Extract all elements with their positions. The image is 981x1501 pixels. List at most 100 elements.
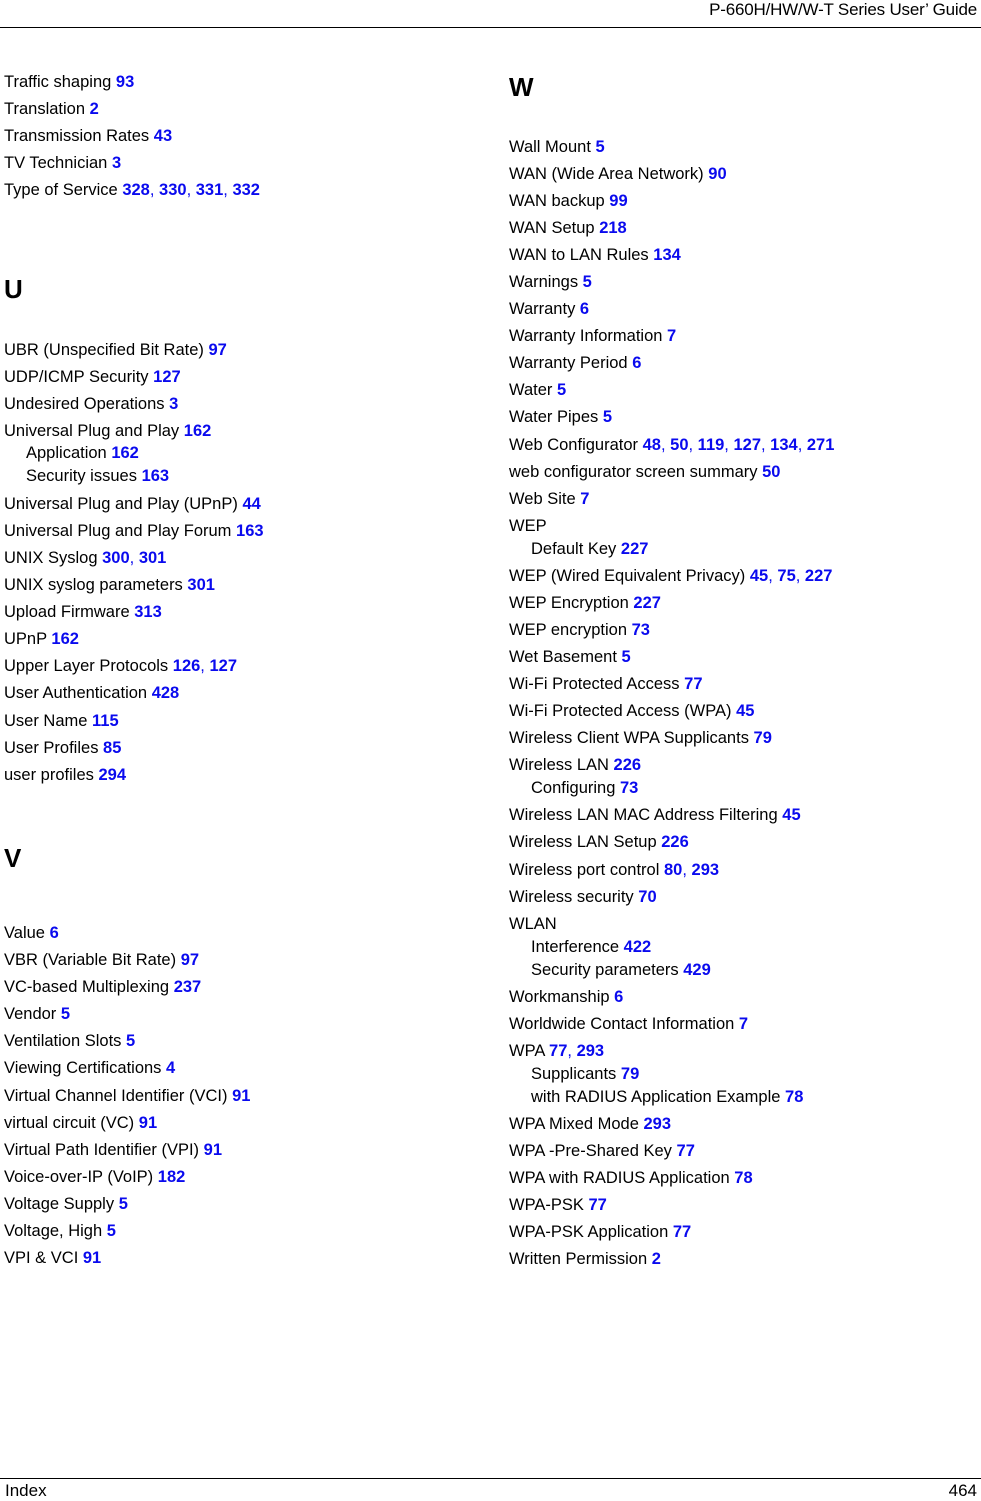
page-reference-link[interactable]: 182 xyxy=(158,1168,186,1186)
page-reference-link[interactable]: 97 xyxy=(209,341,227,359)
page-reference-link[interactable]: 115 xyxy=(92,712,119,730)
page-reference-link[interactable]: 97 xyxy=(181,951,199,969)
page-reference-link[interactable]: 2 xyxy=(652,1250,661,1268)
page-reference-link[interactable]: 162 xyxy=(111,444,139,462)
index-term: User Profiles xyxy=(4,739,99,757)
page-reference-link[interactable]: 5 xyxy=(119,1195,128,1213)
page-reference-link[interactable]: 48 xyxy=(643,436,661,454)
page-reference-link[interactable]: 5 xyxy=(107,1222,116,1240)
page-reference-link[interactable]: 91 xyxy=(204,1141,222,1159)
page-reference-link[interactable]: 45 xyxy=(782,806,800,824)
page-reference-link[interactable]: 162 xyxy=(51,630,79,648)
page-reference-link[interactable]: 5 xyxy=(622,648,631,666)
page-reference-link[interactable]: 134 xyxy=(653,246,681,264)
page-reference-link[interactable]: 162 xyxy=(184,422,212,440)
page-reference-link[interactable]: 127 xyxy=(209,657,237,675)
page-reference-link[interactable]: 330 xyxy=(159,181,187,199)
page-footer: Index 464 xyxy=(0,1478,981,1500)
page-reference-link[interactable]: 6 xyxy=(50,924,59,942)
page-reference-link[interactable]: 5 xyxy=(583,273,592,291)
page-reference-link[interactable]: 126 xyxy=(173,657,201,675)
page-reference-link[interactable]: 73 xyxy=(632,621,650,639)
page-reference-link[interactable]: 422 xyxy=(624,938,652,956)
page-reference-link[interactable]: 99 xyxy=(609,192,627,210)
page-reference-link[interactable]: 163 xyxy=(236,522,264,540)
page-reference-link[interactable]: 45 xyxy=(750,567,768,585)
page-reference-link[interactable]: 45 xyxy=(736,702,754,720)
page-reference-link[interactable]: 226 xyxy=(614,756,642,774)
index-entry: Warranty Information 7 xyxy=(509,326,676,346)
page-reference-link[interactable]: 163 xyxy=(142,467,170,485)
page-reference-link[interactable]: 7 xyxy=(739,1015,748,1033)
page-reference-link[interactable]: 127 xyxy=(153,368,181,386)
page-reference-link[interactable]: 271 xyxy=(807,436,835,454)
page-reference-link[interactable]: 50 xyxy=(670,436,688,454)
page-reference-link[interactable]: 428 xyxy=(152,684,180,702)
page-reference-link[interactable]: 7 xyxy=(580,490,589,508)
page-reference-link[interactable]: 2 xyxy=(90,100,99,118)
page-reference-link[interactable]: 6 xyxy=(580,300,589,318)
page-reference-link[interactable]: 293 xyxy=(644,1115,672,1133)
index-term: Universal Plug and Play (UPnP) xyxy=(4,495,238,513)
page-reference-link[interactable]: 227 xyxy=(621,540,649,558)
page-reference-link[interactable]: 78 xyxy=(734,1169,752,1187)
page-reference-link[interactable]: 226 xyxy=(661,833,689,851)
page-reference-link[interactable]: 127 xyxy=(733,436,761,454)
page-reference-link[interactable]: 44 xyxy=(242,495,260,513)
page-reference-link[interactable]: 429 xyxy=(683,961,711,979)
page-reference-link[interactable]: 332 xyxy=(232,181,260,199)
page-reference-link[interactable]: 5 xyxy=(557,381,566,399)
page-reference-link[interactable]: 134 xyxy=(770,436,798,454)
index-term: Traffic shaping xyxy=(4,73,112,91)
page-reference-link[interactable]: 91 xyxy=(232,1087,250,1105)
page-reference-link[interactable]: 6 xyxy=(632,354,641,372)
page-reference-link[interactable]: 3 xyxy=(169,395,178,413)
index-term: Wall Mount xyxy=(509,138,591,156)
page-reference-link[interactable]: 91 xyxy=(83,1249,101,1267)
page-reference-link[interactable]: 93 xyxy=(116,73,134,91)
page-reference-link[interactable]: 77 xyxy=(677,1142,695,1160)
page-reference-link[interactable]: 237 xyxy=(174,978,202,996)
page-reference-link[interactable]: 77 xyxy=(684,675,702,693)
page-reference-link[interactable]: 313 xyxy=(134,603,162,621)
page-reference-link[interactable]: 91 xyxy=(139,1114,157,1132)
page-reference-link[interactable]: 75 xyxy=(777,567,795,585)
page-reference-link[interactable]: 293 xyxy=(577,1042,605,1060)
page-reference-link[interactable]: 301 xyxy=(139,549,167,567)
page-reference-link[interactable]: 77 xyxy=(588,1196,606,1214)
page-reference-link[interactable]: 227 xyxy=(633,594,661,612)
page-reference-link[interactable]: 77 xyxy=(549,1042,567,1060)
page-reference-link[interactable]: 5 xyxy=(126,1032,135,1050)
page-reference-link[interactable]: 78 xyxy=(785,1088,803,1106)
page-reference-link[interactable]: 90 xyxy=(708,165,726,183)
page-reference-link[interactable]: 5 xyxy=(603,408,612,426)
page-reference-link[interactable]: 70 xyxy=(638,888,656,906)
page-reference-link[interactable]: 294 xyxy=(98,766,126,784)
page-reference-link[interactable]: 80 xyxy=(664,861,682,879)
page-reference-link[interactable]: 300 xyxy=(102,549,130,567)
index-term: Type of Service xyxy=(4,181,118,199)
page-reference-link[interactable]: 119 xyxy=(698,436,725,454)
page-reference-link[interactable]: 43 xyxy=(154,127,172,145)
page-reference-link[interactable]: 7 xyxy=(667,327,676,345)
index-entry: Voice-over-IP (VoIP) 182 xyxy=(4,1167,185,1187)
page-reference-link[interactable]: 5 xyxy=(61,1005,70,1023)
page-reference-link[interactable]: 328 xyxy=(122,181,150,199)
page-reference-link[interactable]: 79 xyxy=(621,1065,639,1083)
page-reference-link[interactable]: 6 xyxy=(614,988,623,1006)
page-reference-link[interactable]: 77 xyxy=(673,1223,691,1241)
index-term: WEP (Wired Equivalent Privacy) xyxy=(509,567,746,585)
page-reference-link[interactable]: 218 xyxy=(599,219,627,237)
page-reference-link[interactable]: 3 xyxy=(112,154,121,172)
index-entry: VPI & VCI 91 xyxy=(4,1248,101,1268)
page-reference-link[interactable]: 331 xyxy=(196,181,224,199)
page-reference-link[interactable]: 50 xyxy=(762,463,780,481)
page-reference-link[interactable]: 4 xyxy=(166,1059,175,1077)
page-reference-link[interactable]: 73 xyxy=(620,779,638,797)
page-reference-link[interactable]: 5 xyxy=(596,138,605,156)
page-reference-link[interactable]: 227 xyxy=(805,567,833,585)
page-reference-link[interactable]: 301 xyxy=(187,576,215,594)
page-reference-link[interactable]: 85 xyxy=(103,739,121,757)
page-reference-link[interactable]: 293 xyxy=(692,861,720,879)
page-reference-link[interactable]: 79 xyxy=(754,729,772,747)
